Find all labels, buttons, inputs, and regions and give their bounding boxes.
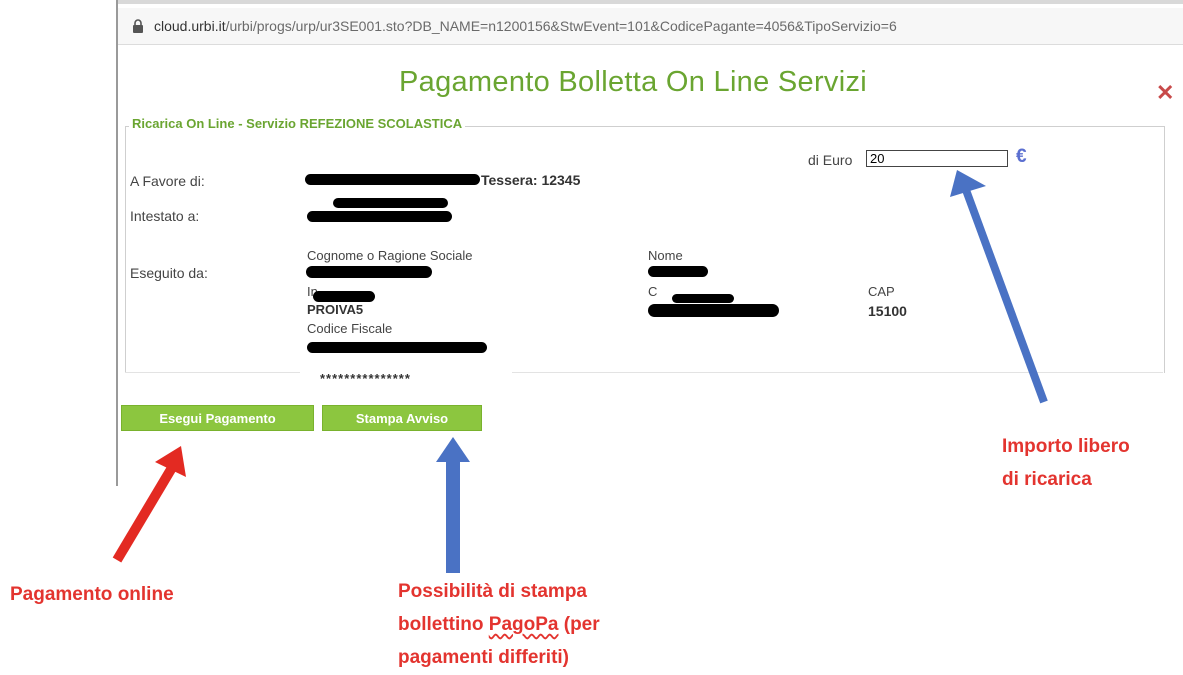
arrow-up-icon (112, 446, 186, 563)
annotation-stampa-2: bollettino PagoPa (per (398, 610, 600, 640)
annotation-stampa-3: pagamenti differiti) (398, 647, 570, 668)
annotation-arrows (112, 170, 1048, 573)
arrow-up-icon (950, 170, 1048, 404)
annotation-stampa-2c: (per (558, 614, 600, 635)
annotation-importo-1: Importo libero (1002, 436, 1130, 457)
annotation-importo-2: di ricarica (1002, 469, 1092, 490)
annotation-pagamento-online: Pagamento online (10, 584, 174, 605)
annotation-stampa-pagopa: PagoPa (488, 614, 559, 635)
arrow-up-icon (436, 437, 470, 573)
annotation-stampa-1: Possibilità di stampa (398, 581, 587, 602)
annotation-stampa-2a: bollettino (398, 614, 489, 635)
